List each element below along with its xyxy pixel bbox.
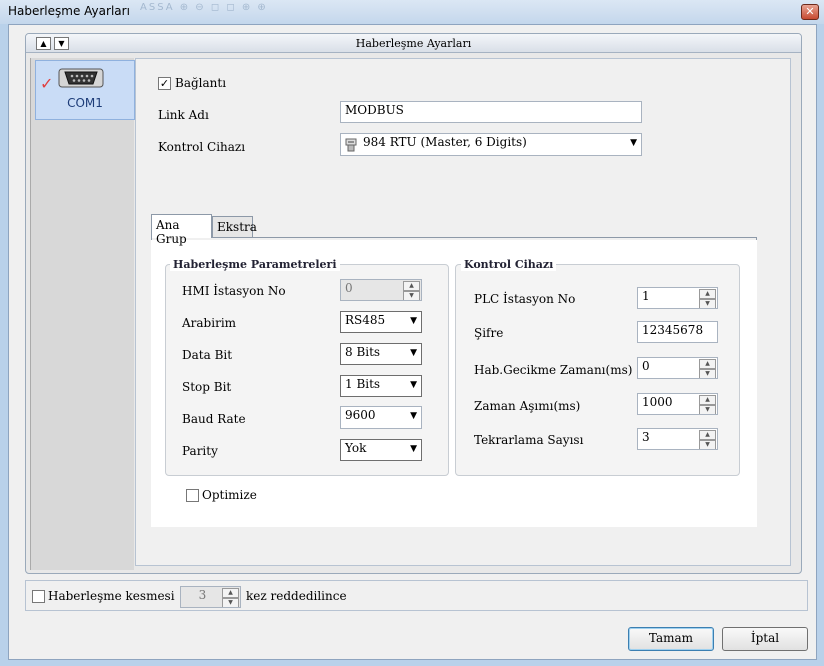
comm-break-spin[interactable]: ▲ ▼ (222, 588, 239, 607)
controller-dropdown[interactable]: 984 RTU (Master, 6 Digits) ▼ (340, 133, 642, 156)
parity-dropdown[interactable]: Yok ▼ (340, 439, 422, 461)
delay-value: 0 (642, 359, 650, 373)
ok-button[interactable]: Tamam (628, 627, 714, 651)
retry-label: Tekrarlama Sayısı (474, 433, 584, 447)
connection-label: Bağlantı (175, 76, 227, 90)
spin-up-icon[interactable]: ▲ (699, 430, 716, 440)
spin-down-icon[interactable]: ▼ (222, 598, 239, 607)
move-up-button[interactable]: ▲ (36, 37, 51, 50)
delay-stepper[interactable]: 0 ▲ ▼ (637, 357, 718, 379)
comm-break-suffix: kez reddedilince (246, 589, 347, 603)
interface-dropdown[interactable]: RS485 ▼ (340, 311, 422, 333)
comm-break-checkbox[interactable] (32, 590, 45, 603)
port-list (30, 58, 134, 570)
cancel-button[interactable]: İptal (722, 627, 808, 651)
optimize-label: Optimize (202, 488, 257, 502)
timeout-label: Zaman Aşımı(ms) (474, 399, 581, 413)
spin-up-icon[interactable]: ▲ (222, 588, 239, 598)
data-bit-label: Data Bit (182, 348, 233, 362)
hmi-station-value: 0 (345, 281, 353, 295)
data-bit-dropdown[interactable]: 8 Bits ▼ (340, 343, 422, 365)
interface-value: RS485 (345, 313, 386, 327)
data-bit-value: 8 Bits (345, 345, 381, 359)
hmi-station-spin[interactable]: ▲ ▼ (403, 281, 420, 300)
baud-rate-label: Baud Rate (182, 412, 246, 426)
spin-up-icon[interactable]: ▲ (699, 395, 716, 405)
plc-station-spin[interactable]: ▲ ▼ (699, 289, 716, 308)
tab-ekstra[interactable]: Ekstra (212, 216, 257, 237)
spin-down-icon[interactable]: ▼ (403, 291, 420, 300)
spin-down-icon[interactable]: ▼ (699, 405, 716, 414)
panel-header-title: Haberleşme Ayarları (355, 37, 472, 50)
plc-station-label: PLC İstasyon No (474, 292, 576, 306)
link-name-input[interactable]: MODBUS (340, 101, 642, 123)
controller-group-title: Kontrol Cihazı (461, 258, 557, 271)
plc-device-icon (345, 138, 357, 152)
chevron-down-icon: ▼ (410, 316, 417, 326)
spin-up-icon[interactable]: ▲ (699, 289, 716, 299)
chevron-down-icon: ▼ (630, 138, 637, 148)
panel-header: Haberleşme Ayarları (26, 34, 801, 53)
chevron-down-icon: ▼ (410, 380, 417, 390)
window-title: Haberleşme Ayarları (8, 4, 130, 18)
plc-station-value: 1 (642, 289, 650, 303)
spin-up-icon[interactable]: ▲ (403, 281, 420, 291)
retry-stepper[interactable]: 3 ▲ ▼ (637, 428, 718, 450)
chevron-down-icon: ▼ (410, 411, 417, 421)
delay-spin[interactable]: ▲ ▼ (699, 359, 716, 378)
comm-break-count-stepper[interactable]: 3 ▲ ▼ (180, 586, 241, 608)
spin-down-icon[interactable]: ▼ (699, 440, 716, 449)
serial-port-icon (58, 68, 104, 88)
baud-rate-value: 9600 (345, 408, 376, 422)
password-input[interactable]: 12345678 (637, 321, 718, 343)
stop-bit-value: 1 Bits (345, 377, 381, 391)
stop-bit-dropdown[interactable]: 1 Bits ▼ (340, 375, 422, 397)
plc-station-stepper[interactable]: 1 ▲ ▼ (637, 287, 718, 309)
stop-bit-label: Stop Bit (182, 380, 232, 394)
retry-value: 3 (642, 430, 650, 444)
timeout-spin[interactable]: ▲ ▼ (699, 395, 716, 414)
connection-checkbox[interactable]: ✓ (158, 77, 171, 90)
retry-spin[interactable]: ▲ ▼ (699, 430, 716, 449)
move-down-button[interactable]: ▼ (54, 37, 69, 50)
spin-down-icon[interactable]: ▼ (699, 369, 716, 378)
controller-value: 984 RTU (Master, 6 Digits) (363, 135, 527, 149)
spin-down-icon[interactable]: ▼ (699, 299, 716, 308)
comm-params-title: Haberleşme Parametreleri (170, 258, 340, 271)
delay-label: Hab.Gecikme Zamanı(ms) (474, 363, 633, 377)
chevron-down-icon: ▼ (410, 348, 417, 358)
parity-value: Yok (345, 441, 367, 455)
comm-break-count-value: 3 (198, 588, 207, 602)
password-label: Şifre (474, 326, 504, 340)
hmi-station-label: HMI İstasyon No (182, 284, 286, 298)
tab-ana-grup[interactable]: Ana Grup (151, 214, 212, 246)
interface-label: Arabirim (182, 316, 237, 330)
chevron-down-icon: ▼ (410, 444, 417, 454)
controller-label: Kontrol Cihazı (158, 140, 246, 154)
comm-break-label: Haberleşme kesmesi (48, 589, 175, 603)
link-name-label: Link Adı (158, 108, 209, 122)
timeout-value: 1000 (642, 395, 673, 409)
spin-up-icon[interactable]: ▲ (699, 359, 716, 369)
optimize-checkbox[interactable] (186, 489, 199, 502)
hmi-station-stepper[interactable]: 0 ▲ ▼ (340, 279, 422, 301)
close-button[interactable]: ✕ (801, 4, 819, 20)
port-item-label: COM1 (67, 96, 103, 110)
parity-label: Parity (182, 444, 218, 458)
background-toolbar: ASSA ⊕ ⊖ ◻ ◻ ⊕ ⊕ (140, 2, 268, 13)
checkmark-icon: ✓ (40, 74, 54, 93)
baud-rate-dropdown[interactable]: 9600 ▼ (340, 406, 422, 429)
timeout-stepper[interactable]: 1000 ▲ ▼ (637, 393, 718, 415)
